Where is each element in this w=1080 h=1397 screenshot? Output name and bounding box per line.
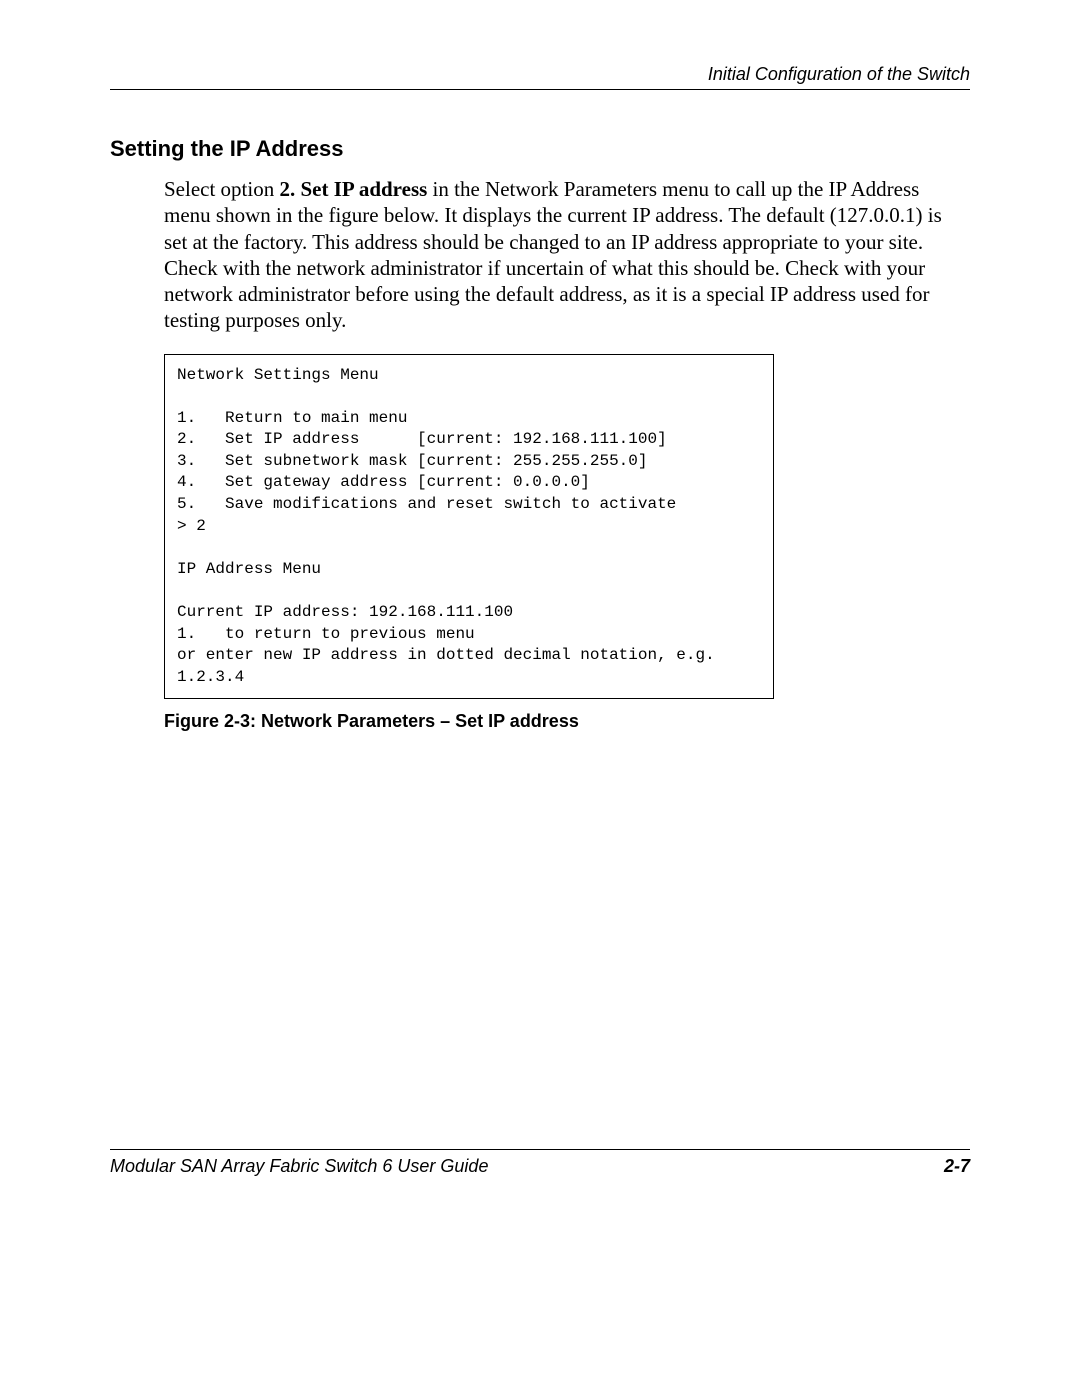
footer-row: Modular SAN Array Fabric Switch 6 User G… <box>110 1156 970 1177</box>
para-prefix: Select option <box>164 177 279 201</box>
page-footer: Modular SAN Array Fabric Switch 6 User G… <box>110 1149 970 1177</box>
body-paragraph: Select option 2. Set IP address in the N… <box>164 176 970 334</box>
terminal-output: Network Settings Menu 1. Return to main … <box>164 354 774 700</box>
running-title-text: Initial Configuration of the Switch <box>708 64 970 84</box>
footer-doc-title: Modular SAN Array Fabric Switch 6 User G… <box>110 1156 488 1177</box>
figure-caption: Figure 2-3: Network Parameters – Set IP … <box>164 711 970 732</box>
page: Initial Configuration of the Switch Sett… <box>0 0 1080 1397</box>
para-bold-option: 2. Set IP address <box>279 177 427 201</box>
section-heading: Setting the IP Address <box>110 136 970 162</box>
running-header: Initial Configuration of the Switch <box>110 64 970 90</box>
footer-page-number: 2-7 <box>944 1156 970 1177</box>
